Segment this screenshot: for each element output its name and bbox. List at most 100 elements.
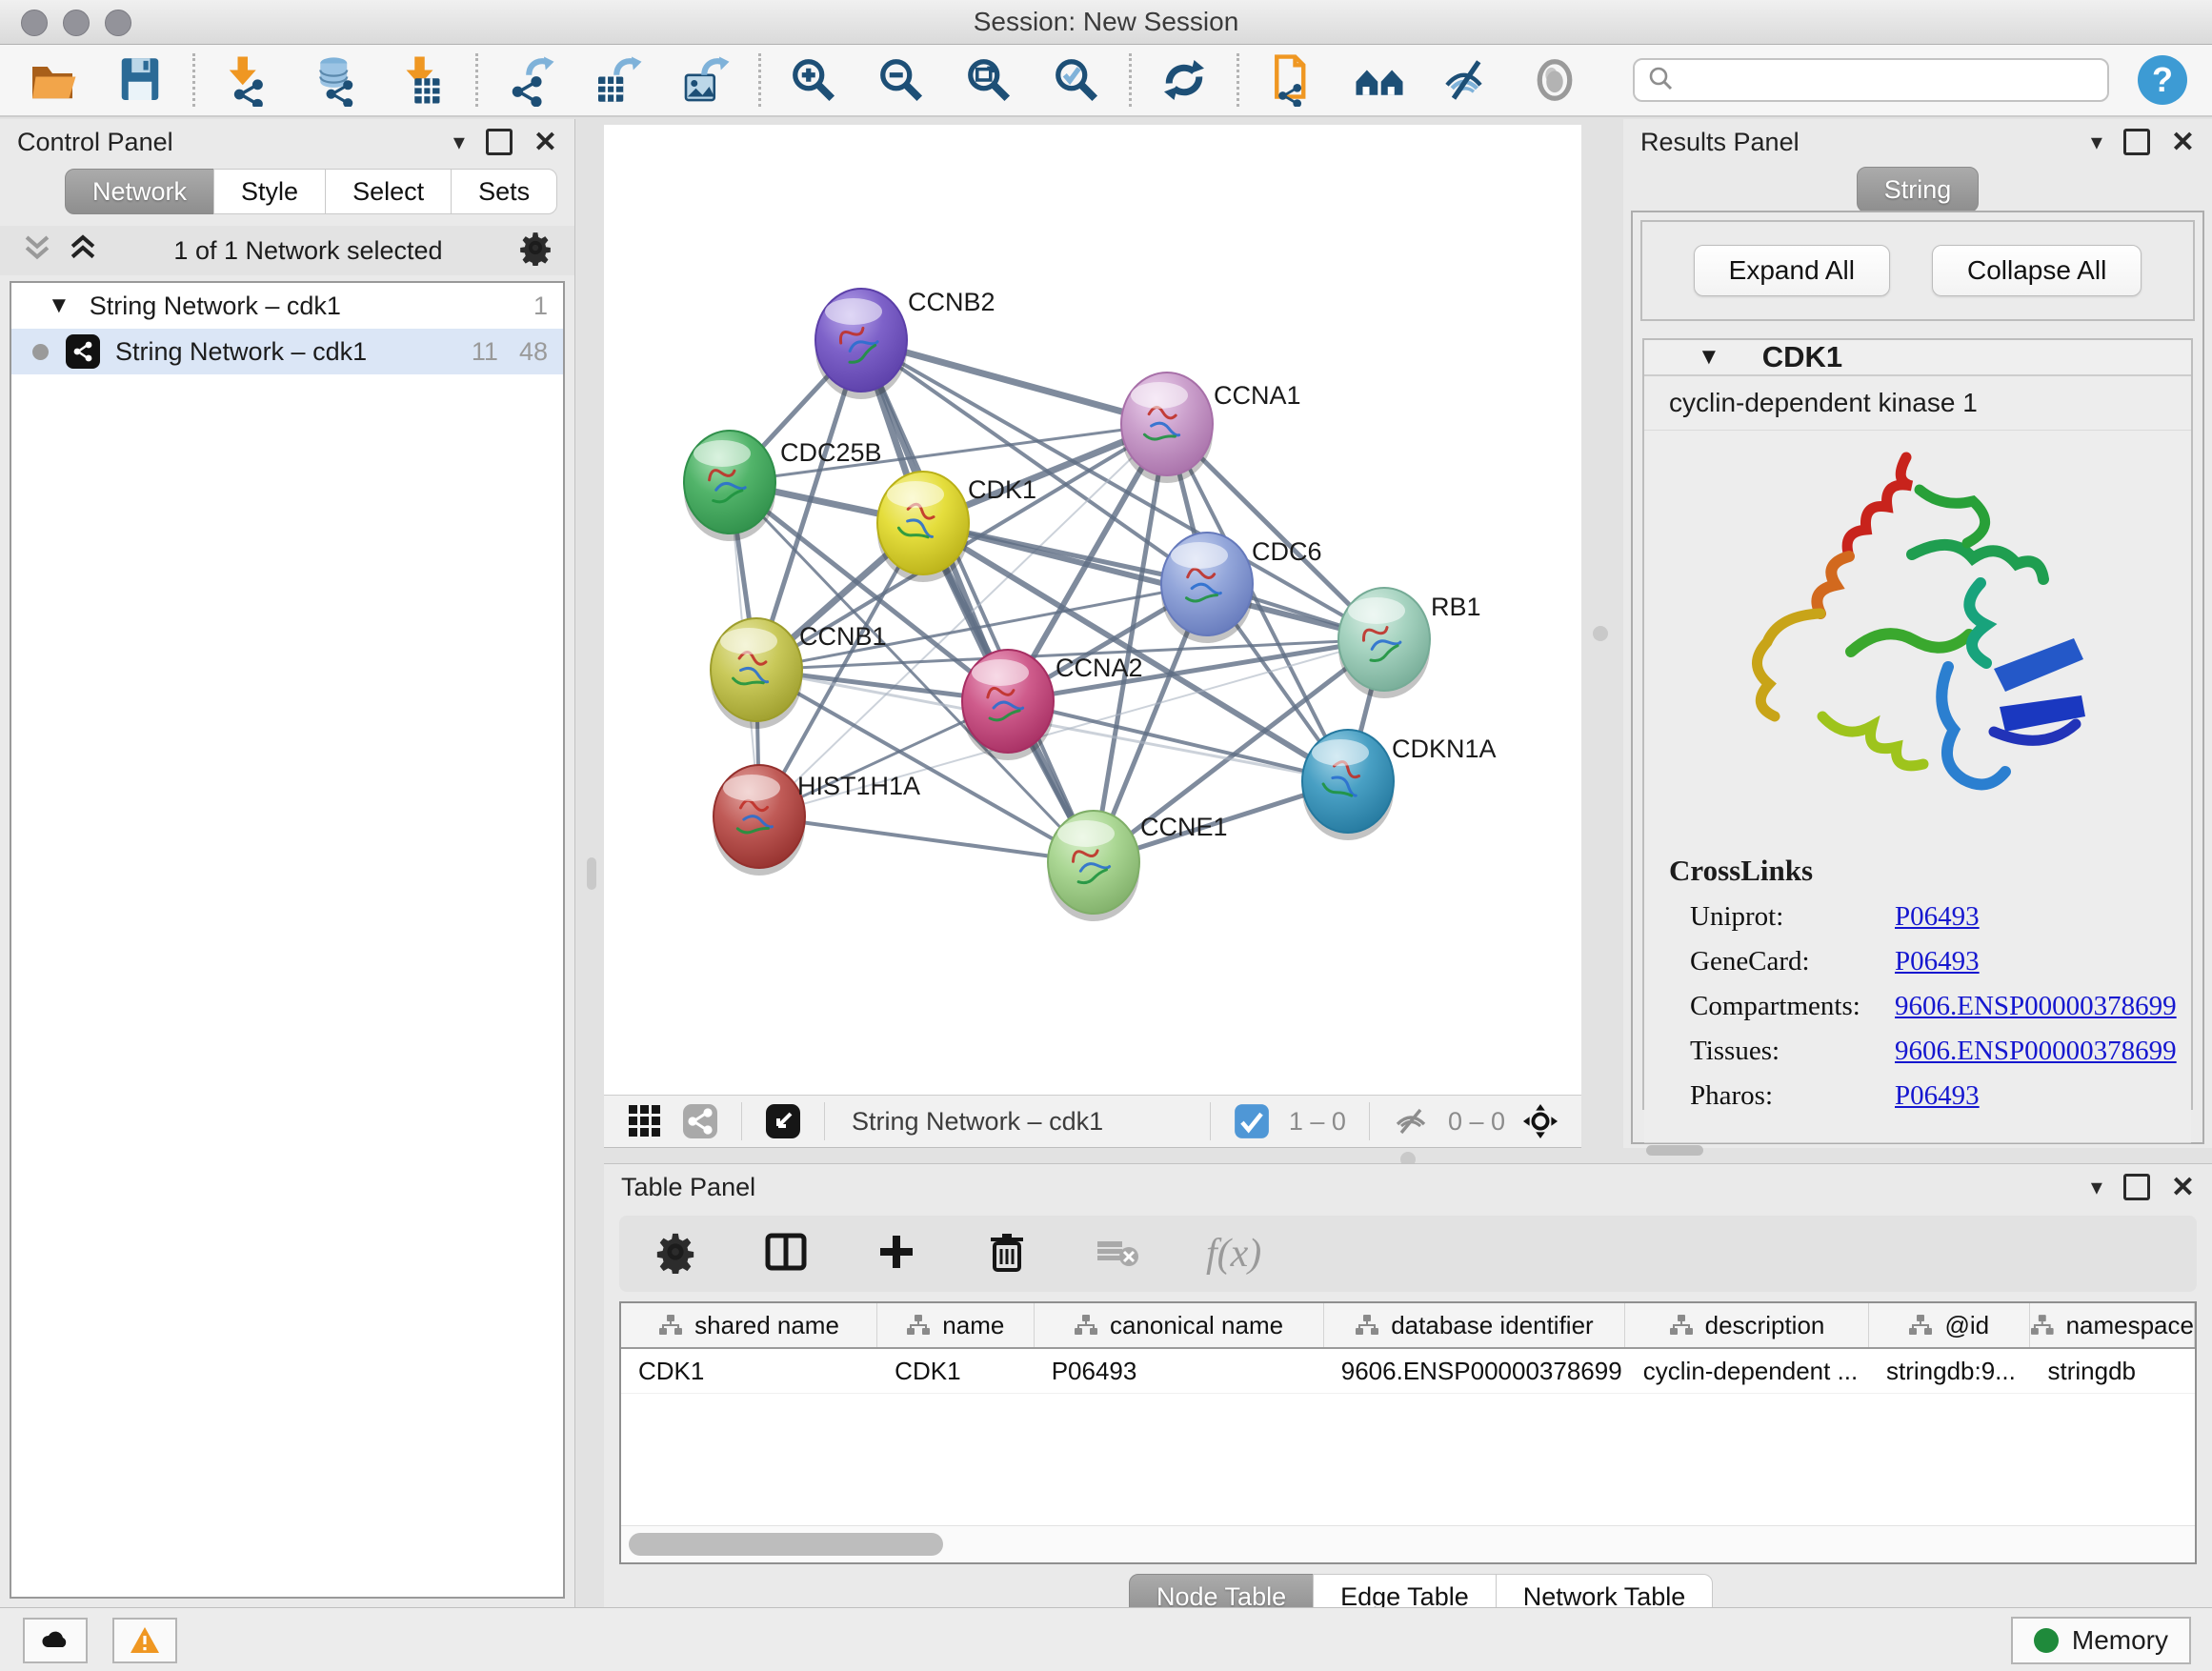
function-builder-icon-disabled: f(x): [1206, 1231, 1261, 1277]
search-input[interactable]: [1682, 65, 2096, 96]
collapse-all-button[interactable]: Collapse All: [1932, 245, 2142, 296]
column-header-sharedname[interactable]: shared name: [621, 1303, 877, 1347]
node-label-CCNA2: CCNA2: [1056, 654, 1143, 682]
expand-all-button[interactable]: Expand All: [1694, 245, 1890, 296]
import-table-icon[interactable]: [395, 52, 451, 108]
open-session-icon[interactable]: [25, 52, 80, 108]
hidden-count: 0 – 0: [1448, 1107, 1505, 1137]
fit-content-crosshair-icon[interactable]: [1522, 1103, 1558, 1139]
collapse-all-icon[interactable]: [21, 233, 53, 269]
tab-network[interactable]: Network: [65, 169, 214, 214]
table-cell: P06493: [1035, 1349, 1324, 1393]
add-column-icon[interactable]: [875, 1230, 918, 1278]
tab-sets[interactable]: Sets: [451, 169, 557, 214]
maximize-window-button[interactable]: [105, 10, 131, 36]
zoom-out-icon[interactable]: [874, 52, 929, 108]
table-row[interactable]: CDK1CDK1P064939606.ENSP00000378699cyclin…: [621, 1349, 2195, 1394]
share-document-icon[interactable]: [1264, 52, 1319, 108]
table-options-gear-icon[interactable]: [654, 1230, 697, 1278]
close-window-button[interactable]: [21, 10, 48, 36]
import-network-database-icon[interactable]: [308, 52, 363, 108]
crosslink-link[interactable]: P06493: [1895, 946, 1980, 977]
node-label-CCNE1: CCNE1: [1140, 813, 1228, 841]
save-session-icon[interactable]: [112, 52, 168, 108]
table-horizontal-scrollbar[interactable]: [621, 1525, 2195, 1562]
crosslink-label: Pharos:: [1690, 1080, 1895, 1112]
network-row[interactable]: String Network – cdk1 11 48: [11, 329, 563, 374]
table-panel-float-icon[interactable]: [2123, 1174, 2150, 1200]
memory-button[interactable]: Memory: [2011, 1617, 2191, 1664]
delete-column-icon[interactable]: [985, 1230, 1029, 1278]
column-header-databaseidentifier[interactable]: database identifier: [1324, 1303, 1626, 1347]
table-panel-menu-icon[interactable]: ▾: [2091, 1174, 2102, 1201]
current-network-title: String Network – cdk1: [852, 1107, 1196, 1137]
edge-CCNA1-HIST1H1A[interactable]: [759, 424, 1167, 816]
control-panel-menu-icon[interactable]: ▾: [453, 129, 465, 156]
export-network-icon[interactable]: [503, 52, 558, 108]
help-button[interactable]: ?: [2138, 55, 2187, 105]
crosslink-link[interactable]: 9606.ENSP00000378699: [1895, 991, 2177, 1022]
selected-checkbox-icon[interactable]: [1234, 1103, 1270, 1139]
table-panel-close-icon[interactable]: ✕: [2171, 1171, 2195, 1204]
search-box[interactable]: [1633, 58, 2109, 102]
edge-HIST1H1A-CCNE1[interactable]: [759, 816, 1094, 862]
window-controls: [21, 10, 131, 36]
zoom-fit-icon[interactable]: [961, 52, 1016, 108]
node-CDKN1A[interactable]: CDKN1A: [1302, 730, 1497, 840]
results-horizontal-scrollbar[interactable]: [1644, 1142, 2191, 1143]
collection-expand-icon[interactable]: ▼: [48, 292, 70, 319]
network-options-gear-icon[interactable]: [517, 230, 553, 272]
cloud-button[interactable]: [23, 1618, 88, 1663]
scrollbar-thumb[interactable]: [629, 1533, 943, 1556]
main-toolbar: ?: [0, 45, 2212, 117]
control-panel-float-icon[interactable]: [486, 129, 513, 155]
node-table[interactable]: shared namenamecanonical namedatabase id…: [619, 1301, 2197, 1564]
gene-expand-icon[interactable]: ▼: [1698, 344, 1720, 371]
refresh-view-icon[interactable]: [1156, 52, 1212, 108]
export-table-icon[interactable]: [591, 52, 646, 108]
crosslink-label: Tissues:: [1690, 1036, 1895, 1067]
column-header-canonicalname[interactable]: canonical name: [1035, 1303, 1324, 1347]
network-collection-row[interactable]: ▼ String Network – cdk1 1: [11, 283, 563, 329]
crosslink-link[interactable]: P06493: [1895, 901, 1980, 933]
column-header-name[interactable]: name: [877, 1303, 1034, 1347]
hide-gestures-icon[interactable]: [1439, 52, 1495, 108]
gene-section-header[interactable]: ▼ CDK1: [1644, 340, 2191, 376]
warning-button[interactable]: [112, 1618, 177, 1663]
edge-CCNA2-CDKN1A[interactable]: [1008, 701, 1348, 781]
tab-select[interactable]: Select: [325, 169, 452, 214]
node-RB1[interactable]: RB1: [1338, 588, 1481, 698]
node-HIST1H1A[interactable]: HIST1H1A: [714, 765, 920, 876]
minimize-window-button[interactable]: [63, 10, 90, 36]
right-splitter-handle[interactable]: [1593, 626, 1608, 641]
results-panel-menu-icon[interactable]: ▾: [2091, 129, 2102, 156]
show-columns-icon[interactable]: [764, 1230, 808, 1278]
export-image-icon[interactable]: [678, 52, 734, 108]
birdseye-view-icon[interactable]: [765, 1103, 801, 1139]
crosslink-link[interactable]: 9606.ENSP00000378699: [1895, 1036, 2177, 1067]
grid-view-icon[interactable]: [627, 1103, 663, 1139]
zoom-in-icon[interactable]: [786, 52, 841, 108]
column-header-description[interactable]: description: [1625, 1303, 1868, 1347]
results-panel-float-icon[interactable]: [2123, 129, 2150, 155]
crosslink-link[interactable]: P06493: [1895, 1080, 1980, 1112]
column-header-namespace[interactable]: namespace: [2030, 1303, 2195, 1347]
results-panel-close-icon[interactable]: ✕: [2171, 126, 2195, 159]
legacy-apps-icon[interactable]: [1352, 52, 1407, 108]
edge-CCNB2-CCNA1[interactable]: [861, 340, 1167, 424]
eye-disabled-icon[interactable]: [1527, 52, 1582, 108]
left-splitter-handle[interactable]: [587, 857, 596, 890]
network-canvas[interactable]: CCNB2 CCNA1 CDC25B CDK1: [604, 125, 1581, 1095]
memory-label: Memory: [2072, 1625, 2168, 1656]
control-panel-close-icon[interactable]: ✕: [533, 126, 557, 159]
node-CCNB1[interactable]: CCNB1: [711, 618, 887, 729]
column-header-id[interactable]: @id: [1869, 1303, 2030, 1347]
tab-style[interactable]: Style: [213, 169, 326, 214]
expand-all-icon[interactable]: [67, 233, 99, 269]
node-CDK1[interactable]: CDK1: [877, 472, 1036, 582]
tab-string[interactable]: String: [1857, 167, 1980, 212]
node-CCNB2[interactable]: CCNB2: [815, 288, 995, 399]
import-network-file-icon[interactable]: [220, 52, 275, 108]
zoom-selected-icon[interactable]: [1049, 52, 1104, 108]
hidden-eye-icon[interactable]: [1393, 1103, 1429, 1139]
